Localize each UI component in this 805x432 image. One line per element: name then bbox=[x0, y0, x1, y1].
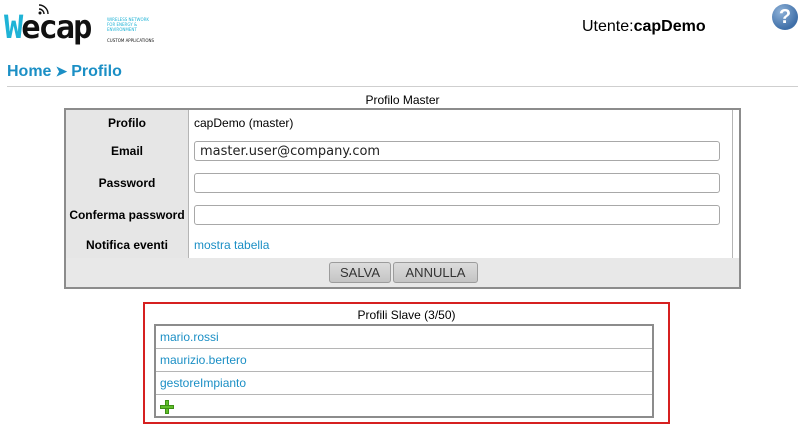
email-field[interactable] bbox=[194, 141, 720, 161]
list-item: gestoreImpianto bbox=[156, 372, 652, 395]
row-email: Email bbox=[66, 135, 739, 168]
slave-link-3[interactable]: gestoreImpianto bbox=[160, 376, 246, 390]
slave-caption: Profili Slave (3/50) bbox=[357, 308, 456, 322]
breadcrumb-separator-icon: ➤ bbox=[55, 63, 68, 79]
button-bar: SALVA ANNULLA bbox=[66, 258, 739, 287]
help-icon[interactable]: ? bbox=[772, 4, 798, 30]
wecap-logo[interactable]: Wecap Wireless Network for Energy & Envi… bbox=[4, 3, 154, 51]
current-user: Utente:capDemo bbox=[582, 18, 706, 36]
slave-link-2[interactable]: maurizio.bertero bbox=[160, 353, 247, 367]
user-name: capDemo bbox=[633, 18, 706, 35]
password-field[interactable] bbox=[194, 173, 720, 193]
add-row bbox=[156, 395, 652, 418]
list-item: maurizio.bertero bbox=[156, 349, 652, 372]
notifica-cell: mostra tabella bbox=[189, 231, 733, 258]
password-label: Password bbox=[66, 167, 189, 199]
confirm-password-label: Conferma password bbox=[66, 199, 189, 231]
profilo-label: Profilo bbox=[66, 110, 189, 135]
confirm-password-field[interactable] bbox=[194, 205, 720, 225]
row-confirm-password: Conferma password bbox=[66, 199, 739, 232]
password-cell bbox=[189, 167, 733, 199]
profilo-value: capDemo (master) bbox=[189, 110, 733, 135]
master-caption: Profilo Master bbox=[365, 93, 440, 107]
plus-icon[interactable] bbox=[160, 399, 174, 414]
header-divider bbox=[7, 86, 798, 87]
slave-link-1[interactable]: mario.rossi bbox=[160, 330, 219, 344]
row-notifica: Notifica eventi mostra tabella bbox=[66, 231, 739, 259]
breadcrumb-current[interactable]: Profilo bbox=[71, 63, 122, 80]
list-item: mario.rossi bbox=[156, 326, 652, 349]
logo-wordmark: Wecap bbox=[4, 8, 92, 46]
confirm-password-cell bbox=[189, 199, 733, 231]
logo-tagline: Wireless Network for Energy & Environmen… bbox=[107, 17, 150, 32]
cancel-button[interactable]: ANNULLA bbox=[393, 262, 478, 283]
notifica-label: Notifica eventi bbox=[66, 231, 189, 258]
show-table-link[interactable]: mostra tabella bbox=[194, 238, 269, 252]
breadcrumb-home[interactable]: Home bbox=[7, 63, 51, 80]
user-label: Utente: bbox=[582, 18, 634, 35]
row-password: Password bbox=[66, 167, 739, 200]
slave-profiles-panel: Profili Slave (3/50) mario.rossi maurizi… bbox=[143, 302, 670, 424]
email-label: Email bbox=[66, 135, 189, 167]
master-profile-table: Profilo capDemo (master) Email Password … bbox=[64, 108, 741, 289]
logo-tagline-2: Custom Applications bbox=[107, 38, 155, 43]
slave-list: mario.rossi maurizio.bertero gestoreImpi… bbox=[154, 324, 654, 418]
header: Wecap Wireless Network for Energy & Envi… bbox=[0, 0, 805, 60]
save-button[interactable]: SALVA bbox=[329, 262, 391, 283]
email-cell bbox=[189, 135, 733, 167]
row-profilo: Profilo capDemo (master) bbox=[66, 110, 739, 136]
breadcrumb: Home ➤ Profilo bbox=[7, 63, 122, 81]
